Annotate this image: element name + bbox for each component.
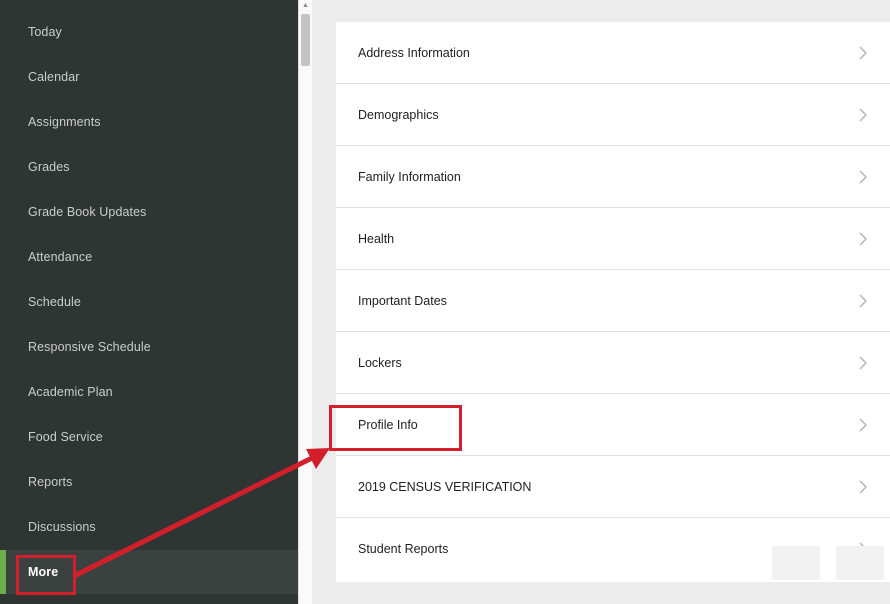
list-item-label: Family Information — [358, 169, 461, 184]
list-item-address-information[interactable]: Address Information — [336, 22, 890, 84]
scroll-thumb[interactable] — [301, 14, 310, 66]
list-item-lockers[interactable]: Lockers — [336, 332, 890, 394]
sidebar-item-label: Reports — [28, 475, 73, 489]
list-item-label: 2019 CENSUS VERIFICATION — [358, 479, 532, 494]
list-item-profile-info[interactable]: Profile Info — [336, 394, 890, 456]
chevron-right-icon — [859, 355, 868, 370]
list-item-label: Lockers — [358, 355, 402, 370]
sidebar-item-label: Assignments — [28, 115, 101, 129]
sidebar-item-reports[interactable]: Reports — [0, 460, 298, 504]
list-item-label: Address Information — [358, 45, 470, 60]
sidebar-item-grades[interactable]: Grades — [0, 145, 298, 189]
sidebar-nav: Today Calendar Assignments Grades Grade … — [0, 0, 298, 604]
more-menu-list: Address Information Demographics Family … — [336, 22, 890, 582]
list-item-label: Demographics — [358, 107, 439, 122]
sidebar: Today Calendar Assignments Grades Grade … — [0, 0, 312, 604]
sidebar-item-today[interactable]: Today — [0, 10, 298, 54]
sidebar-item-label: Today — [28, 25, 62, 39]
chevron-right-icon — [859, 417, 868, 432]
sidebar-item-label: Grade Book Updates — [28, 205, 147, 219]
chevron-right-icon — [859, 479, 868, 494]
sidebar-scrollbar[interactable]: ▲ — [298, 0, 312, 604]
sidebar-item-assignments[interactable]: Assignments — [0, 100, 298, 144]
sidebar-item-responsive-schedule[interactable]: Responsive Schedule — [0, 325, 298, 369]
chevron-right-icon — [859, 169, 868, 184]
sidebar-item-label: Discussions — [28, 520, 96, 534]
list-item-label: Student Reports — [358, 542, 449, 556]
sidebar-item-label: Grades — [28, 160, 70, 174]
list-item-label: Profile Info — [358, 417, 418, 432]
sidebar-item-label: Academic Plan — [28, 385, 113, 399]
sidebar-item-attendance[interactable]: Attendance — [0, 235, 298, 279]
sidebar-item-label: Calendar — [28, 70, 80, 84]
sidebar-item-food-service[interactable]: Food Service — [0, 415, 298, 459]
sidebar-item-label: More — [28, 565, 59, 579]
list-item-health[interactable]: Health — [336, 208, 890, 270]
sidebar-item-grade-book-updates[interactable]: Grade Book Updates — [0, 190, 298, 234]
app: Today Calendar Assignments Grades Grade … — [0, 0, 890, 604]
floating-action-button[interactable] — [772, 546, 820, 580]
chevron-right-icon — [859, 107, 868, 122]
sidebar-item-label: Responsive Schedule — [28, 340, 151, 354]
sidebar-item-academic-plan[interactable]: Academic Plan — [0, 370, 298, 414]
list-item-important-dates[interactable]: Important Dates — [336, 270, 890, 332]
sidebar-item-label: Attendance — [28, 250, 93, 264]
chevron-right-icon — [859, 231, 868, 246]
scroll-up-icon[interactable]: ▲ — [301, 2, 310, 10]
list-item-demographics[interactable]: Demographics — [336, 84, 890, 146]
list-item-2019-census-verification[interactable]: 2019 CENSUS VERIFICATION — [336, 456, 890, 518]
sidebar-item-more[interactable]: More — [0, 550, 298, 594]
floating-action-button[interactable] — [836, 546, 884, 580]
sidebar-item-calendar[interactable]: Calendar — [0, 55, 298, 99]
sidebar-item-discussions[interactable]: Discussions — [0, 505, 298, 549]
sidebar-item-label: Food Service — [28, 430, 103, 444]
list-item-family-information[interactable]: Family Information — [336, 146, 890, 208]
sidebar-item-schedule[interactable]: Schedule — [0, 280, 298, 324]
chevron-right-icon — [859, 293, 868, 308]
list-item-label: Important Dates — [358, 293, 447, 308]
main-content: Address Information Demographics Family … — [312, 0, 890, 604]
chevron-right-icon — [859, 45, 868, 60]
sidebar-item-label: Schedule — [28, 295, 81, 309]
list-item-label: Health — [358, 231, 395, 246]
